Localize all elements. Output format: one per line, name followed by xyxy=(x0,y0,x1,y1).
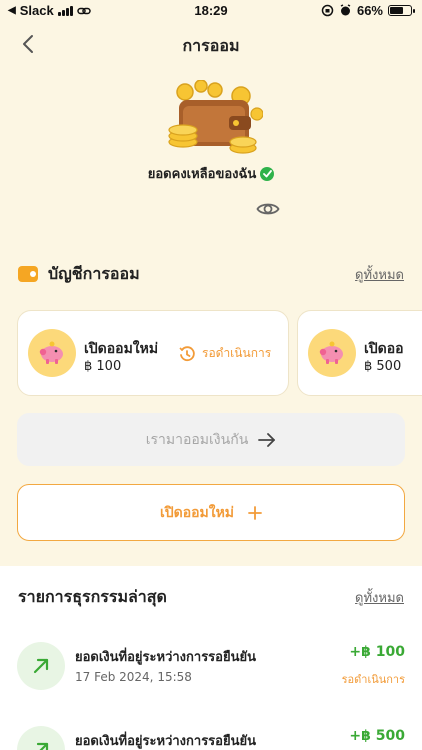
transaction-row[interactable]: ยอดเงินที่อยู่ระหว่างการรอยืนยัน +฿ 500 xyxy=(17,722,405,750)
savings-card-title: เปิดออ xyxy=(364,341,404,357)
pending-status: รอดำเนินการ xyxy=(178,344,271,363)
arrow-right-icon xyxy=(258,432,276,447)
start-saving-button[interactable]: เรามาออมเงินกัน xyxy=(17,413,405,466)
savings-see-all-link[interactable]: ดูทั้งหมด xyxy=(355,264,404,285)
transactions-see-all-link[interactable]: ดูทั้งหมด xyxy=(355,587,404,608)
savings-section-title: บัญชีการออม xyxy=(48,263,140,283)
transaction-date: 17 Feb 2024, 15:58 xyxy=(75,670,192,684)
piggy-bank-icon xyxy=(308,329,356,377)
orientation-lock-icon xyxy=(321,4,334,17)
verified-check-icon xyxy=(260,166,275,181)
savings-card-amount: ฿ 100 xyxy=(84,359,122,374)
clock-history-icon xyxy=(179,345,195,361)
transactions-section-header: รายการธุรกรรมล่าสุด ดูทั้งหมด xyxy=(18,585,404,609)
page-title: การออม xyxy=(182,36,240,55)
balance-label: ยอดคงเหลือของฉัน xyxy=(147,167,257,182)
savings-section-header: บัญชีการออม ดูทั้งหมด xyxy=(18,262,404,286)
transaction-amount: +฿ 500 xyxy=(349,728,405,744)
transaction-name: ยอดเงินที่อยู่ระหว่างการรอยืนยัน xyxy=(75,650,256,665)
toggle-balance-visibility-button[interactable] xyxy=(255,197,281,221)
incoming-arrow-icon xyxy=(17,726,65,750)
battery-icon xyxy=(388,5,415,16)
open-new-savings-label: เปิดออมใหม่ xyxy=(159,504,235,521)
savings-card[interactable]: เปิดออมใหม่ ฿ 100 รอดำเนินการ xyxy=(17,310,289,396)
incoming-arrow-icon xyxy=(17,642,65,690)
battery-percent: 66% xyxy=(356,3,383,18)
transaction-status: รอดำเนินการ xyxy=(341,673,405,686)
wallet-coins-illustration xyxy=(163,79,264,158)
wallet-icon xyxy=(18,266,38,282)
open-new-savings-button[interactable]: เปิดออมใหม่ xyxy=(17,484,405,541)
piggy-bank-icon xyxy=(28,329,76,377)
savings-cards-carousel[interactable]: เปิดออมใหม่ ฿ 100 รอดำเนินการ เปิดออ ฿ 5… xyxy=(17,310,422,396)
savings-card-amount: ฿ 500 xyxy=(364,359,402,374)
navigation-bar: การออม xyxy=(0,22,422,66)
status-bar: ◀ Slack 18:29 66% xyxy=(0,0,422,22)
start-saving-label: เรามาออมเงินกัน xyxy=(145,431,249,448)
savings-card[interactable]: เปิดออ ฿ 500 xyxy=(297,310,422,396)
plus-icon xyxy=(248,505,262,520)
transactions-section-title: รายการธุรกรรมล่าสุด xyxy=(18,586,167,606)
pending-status-label: รอดำเนินการ xyxy=(202,346,272,360)
transaction-row[interactable]: ยอดเงินที่อยู่ระหว่างการรอยืนยัน 17 Feb … xyxy=(17,638,405,694)
alarm-icon xyxy=(340,4,351,16)
balance-label-row: ยอดคงเหลือของฉัน xyxy=(0,163,422,184)
transaction-name: ยอดเงินที่อยู่ระหว่างการรอยืนยัน xyxy=(75,734,256,749)
eye-icon xyxy=(256,203,280,215)
transaction-amount: +฿ 100 xyxy=(349,644,405,660)
savings-card-title: เปิดออมใหม่ xyxy=(84,341,159,357)
